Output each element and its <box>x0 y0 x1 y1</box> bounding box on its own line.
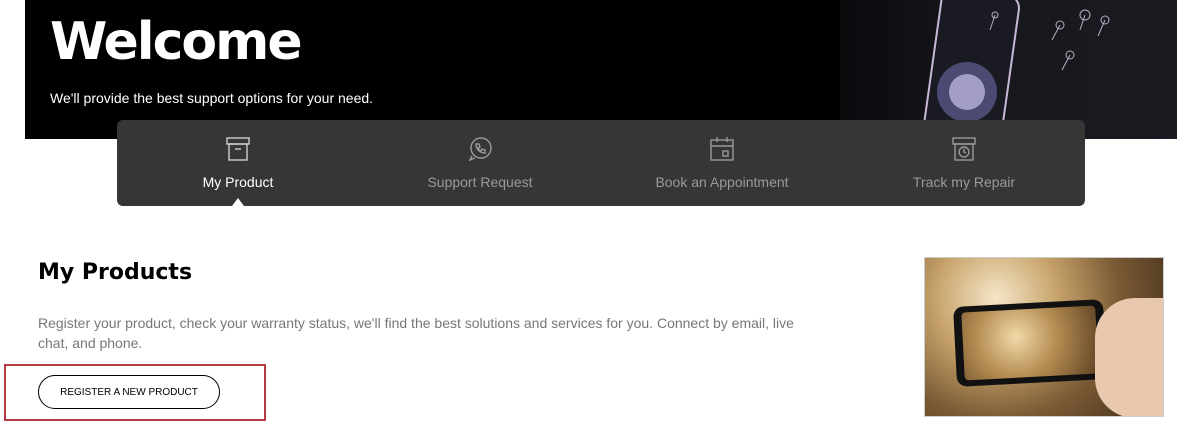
hero-subtitle: We'll provide the best support options f… <box>50 90 374 106</box>
hero-phone-image <box>840 0 1177 139</box>
active-tab-indicator <box>232 198 244 206</box>
hand-image <box>1095 298 1163 416</box>
register-product-button[interactable]: REGISTER A NEW PRODUCT <box>38 375 220 409</box>
product-photo <box>924 257 1164 417</box>
tab-label: Track my Repair <box>912 174 1016 190</box>
tab-label: My Product <box>202 174 274 190</box>
hero-title: Welcome <box>50 12 303 72</box>
tab-label: Support Request <box>427 174 533 190</box>
support-tabs: My Product Support Request Book an Appoi… <box>117 120 1085 206</box>
phone-image <box>953 299 1107 387</box>
box-clock-icon <box>949 134 979 164</box>
tab-support-request[interactable]: Support Request <box>359 120 601 206</box>
section-description: Register your product, check your warran… <box>38 315 794 351</box>
tab-my-product[interactable]: My Product <box>117 120 359 206</box>
tab-book-appointment[interactable]: Book an Appointment <box>601 120 843 206</box>
hero-banner: Welcome We'll provide the best support o… <box>25 0 1177 139</box>
tab-label: Book an Appointment <box>655 174 789 190</box>
box-icon <box>223 134 253 164</box>
section-title: My Products <box>38 260 193 285</box>
phone-chat-icon <box>465 134 495 164</box>
tab-track-repair[interactable]: Track my Repair <box>843 120 1085 206</box>
calendar-icon <box>707 134 737 164</box>
phone-screen-image <box>961 305 1099 381</box>
